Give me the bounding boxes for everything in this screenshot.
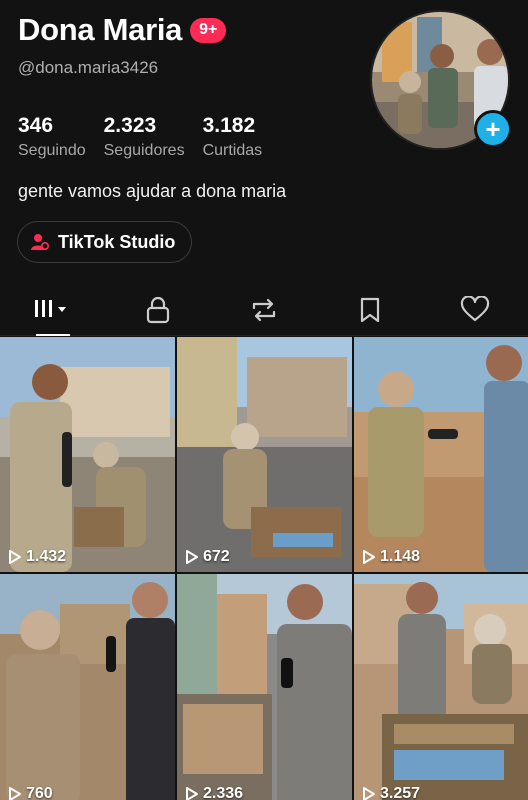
view-count-value: 760 (26, 785, 53, 800)
profile-tabs (0, 284, 528, 336)
thumbnail-image (0, 337, 175, 572)
video-thumbnail[interactable]: 2.336 (177, 574, 352, 800)
tiktok-studio-button[interactable]: TikTok Studio (17, 221, 193, 263)
stat-value: 2.323 (103, 114, 157, 137)
view-count: 760 (8, 785, 53, 800)
video-grid: 1.432 672 1.148 760 2.336 3.257 (0, 337, 528, 800)
thumbnail-image (354, 574, 528, 800)
tab-videos[interactable] (0, 284, 106, 336)
stat-label: Seguidores (103, 142, 185, 159)
stat-label: Seguindo (18, 142, 86, 159)
add-follow-button[interactable]: + (474, 110, 512, 148)
stat-following[interactable]: 346 Seguindo (18, 114, 86, 160)
video-thumbnail[interactable]: 3.257 (354, 574, 528, 800)
view-count: 1.148 (362, 548, 420, 566)
studio-icon (31, 234, 50, 251)
play-icon (9, 550, 21, 564)
play-icon (186, 787, 198, 800)
heart-icon (461, 295, 490, 321)
play-icon (363, 787, 375, 800)
name-row: Dona Maria 9+ (18, 12, 358, 48)
play-icon (363, 550, 375, 564)
view-count-value: 1.432 (26, 548, 67, 565)
stat-value: 3.182 (202, 114, 256, 137)
view-count-value: 3.257 (380, 785, 421, 800)
studio-button-label: TikTok Studio (58, 231, 176, 252)
video-thumbnail[interactable]: 760 (0, 574, 175, 800)
profile-bio: gente vamos ajudar a dona maria (18, 181, 287, 201)
thumbnail-image (177, 574, 352, 800)
view-count: 2.336 (185, 785, 243, 800)
view-count: 672 (185, 548, 230, 566)
grid-icon (34, 299, 66, 317)
stat-likes[interactable]: 3.182 Curtidas (203, 114, 263, 160)
view-count: 3.257 (362, 785, 420, 800)
notification-badge[interactable]: 9+ (190, 17, 227, 43)
profile-name: Dona Maria (18, 12, 183, 47)
video-thumbnail[interactable]: 1.432 (0, 337, 175, 572)
stat-label: Curtidas (202, 142, 263, 159)
tab-private[interactable] (106, 284, 212, 335)
play-icon (9, 787, 21, 800)
lock-icon (147, 296, 170, 323)
view-count-value: 1.148 (380, 548, 421, 565)
tab-liked[interactable] (422, 284, 528, 335)
video-thumbnail[interactable]: 1.148 (354, 337, 528, 572)
thumbnail-image (354, 337, 528, 572)
tab-reposts[interactable] (211, 284, 317, 335)
play-icon (186, 550, 198, 564)
profile-stats: 346 Seguindo 2.323 Seguidores 3.182 Curt… (18, 114, 262, 160)
avatar-container[interactable]: + (370, 10, 512, 150)
stat-value: 346 (18, 114, 54, 137)
profile-header: Dona Maria 9+ @dona.maria3426 (18, 12, 358, 78)
repost-icon (252, 298, 276, 321)
view-count-value: 672 (203, 548, 230, 565)
stat-followers[interactable]: 2.323 Seguidores (104, 114, 185, 160)
tab-saved[interactable] (317, 284, 423, 335)
view-count: 1.432 (8, 548, 66, 566)
profile-handle: @dona.maria3426 (18, 58, 159, 77)
view-count-value: 2.336 (203, 785, 244, 800)
thumbnail-image (0, 574, 175, 800)
video-thumbnail[interactable]: 672 (177, 337, 352, 572)
thumbnail-image (177, 337, 352, 572)
bookmark-icon (360, 297, 379, 322)
